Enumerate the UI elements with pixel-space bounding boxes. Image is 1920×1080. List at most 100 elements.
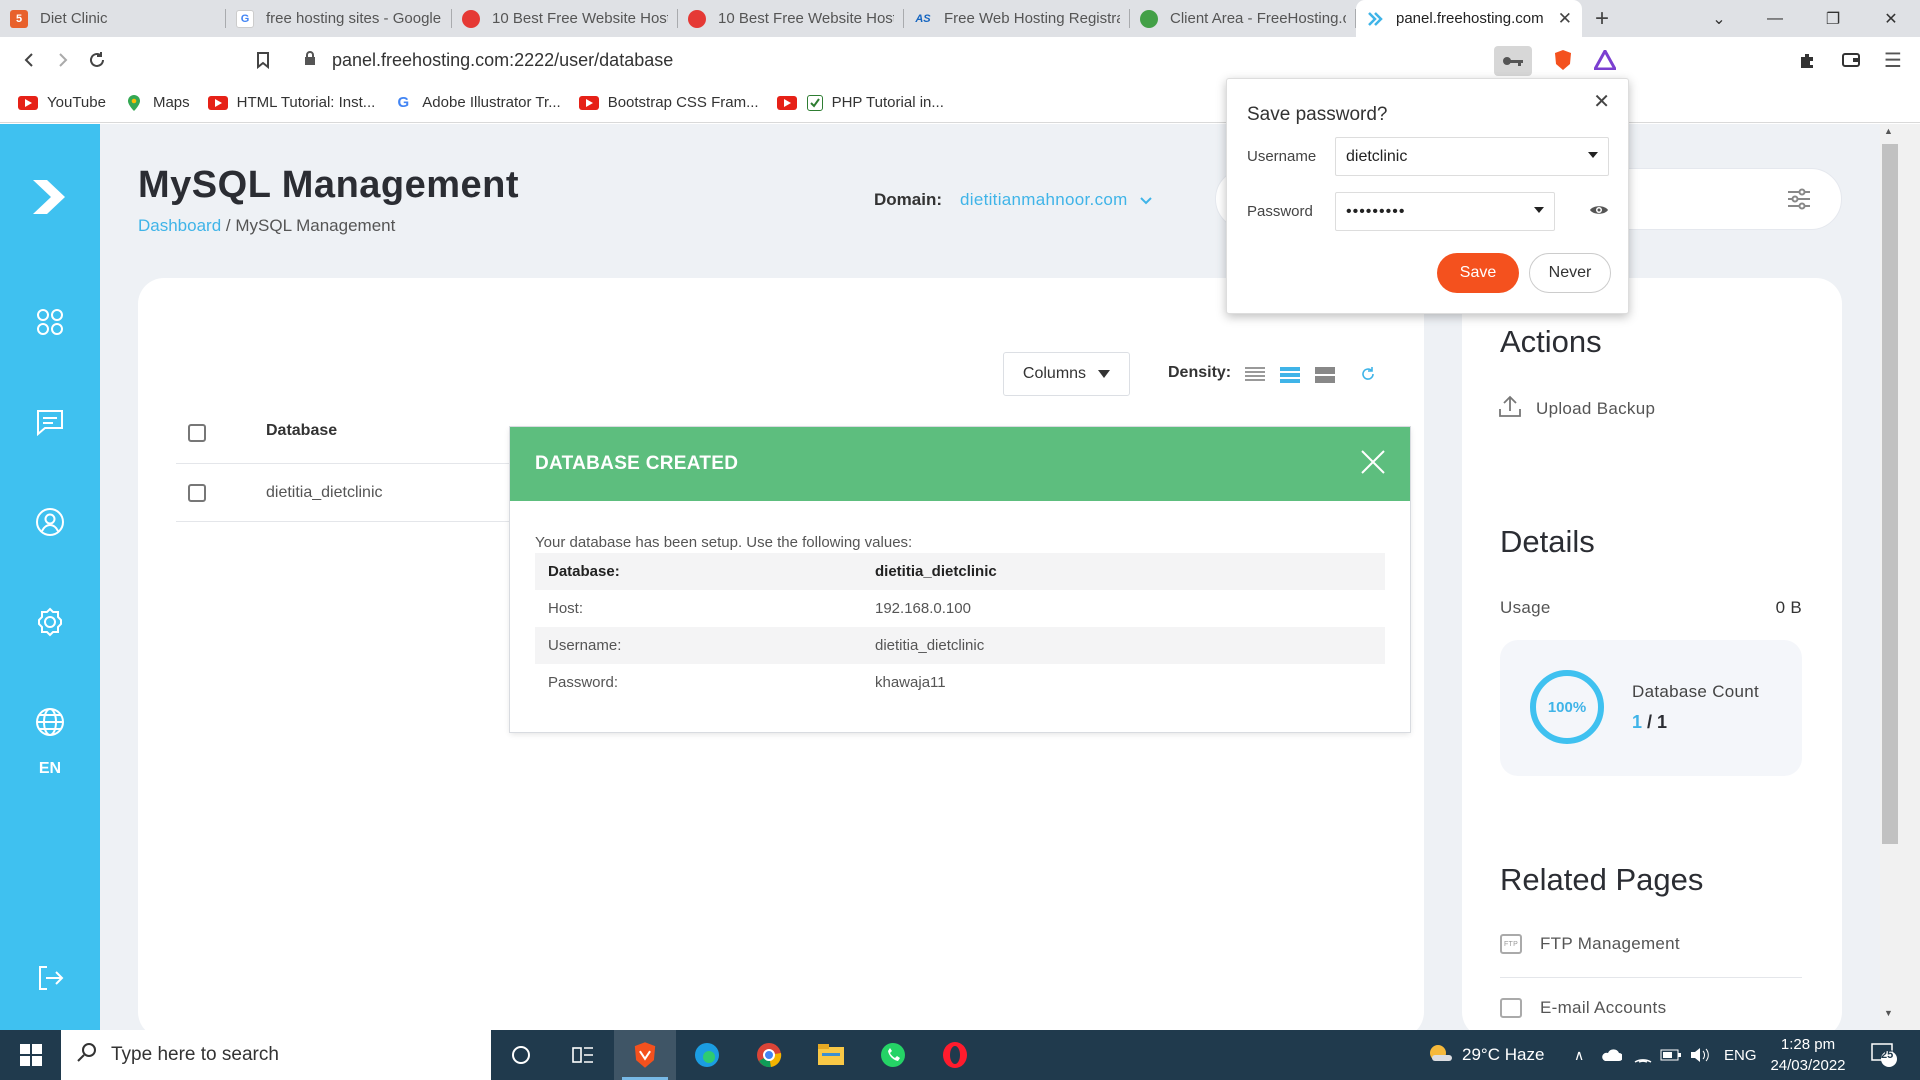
upload-backup-link[interactable]: Upload Backup — [1498, 394, 1655, 423]
scroll-down-icon[interactable]: ▼ — [1884, 1008, 1893, 1018]
related-ftp-management[interactable]: FTP FTP Management — [1500, 934, 1680, 954]
minimize-button[interactable]: — — [1746, 0, 1804, 37]
bookmark-youtube-2[interactable] — [776, 95, 797, 110]
eye-icon[interactable] — [1589, 203, 1609, 217]
wifi-icon[interactable] — [1634, 1030, 1652, 1080]
tab-best-hosting-2[interactable]: 10 Best Free Website Hostin — [678, 0, 904, 37]
onedrive-icon[interactable] — [1600, 1030, 1622, 1080]
database-created-dialog: DATABASE CREATED Your database has been … — [510, 427, 1410, 732]
bookmark-icon[interactable] — [246, 43, 280, 77]
brave-rewards-icon[interactable] — [1588, 43, 1622, 77]
scrollbar-thumb[interactable] — [1882, 144, 1898, 844]
back-icon[interactable] — [12, 43, 46, 77]
password-key-icon[interactable] — [1494, 46, 1532, 76]
select-all-checkbox[interactable] — [188, 424, 206, 442]
address-bar[interactable]: panel.freehosting.com:2222/user/database — [290, 43, 1542, 77]
never-button[interactable]: Never — [1529, 253, 1611, 293]
tab-free-web-hosting[interactable]: AS Free Web Hosting Registrat — [904, 0, 1130, 37]
brave-taskbar-icon[interactable] — [614, 1030, 676, 1080]
related-email-accounts[interactable]: E-mail Accounts — [1500, 998, 1666, 1018]
task-view-icon[interactable] — [552, 1030, 614, 1080]
cortana-icon[interactable] — [490, 1030, 552, 1080]
bookmark-maps[interactable]: Maps — [124, 94, 190, 111]
chevron-down-icon — [1139, 190, 1152, 210]
domain-selector[interactable]: Domain: dietitianmahnoor.com — [874, 190, 1152, 210]
taskbar-search[interactable]: Type here to search — [61, 1030, 491, 1080]
google-icon: G — [236, 9, 254, 28]
chrome-icon[interactable] — [738, 1030, 800, 1080]
weather-widget[interactable]: 29°C Haze — [1428, 1030, 1544, 1080]
extensions-icon[interactable] — [1790, 43, 1824, 77]
page-scrollbar[interactable]: ▲ ▼ — [1880, 124, 1920, 1030]
new-tab-button[interactable]: + — [1582, 0, 1622, 37]
tab-client-area[interactable]: Client Area - FreeHosting.c — [1130, 0, 1356, 37]
edge-icon[interactable] — [676, 1030, 738, 1080]
whatsapp-icon[interactable] — [862, 1030, 924, 1080]
density-compact-icon[interactable] — [1245, 366, 1265, 384]
menu-icon[interactable]: ☰ — [1876, 43, 1910, 77]
volume-icon[interactable] — [1690, 1030, 1710, 1080]
density-standard-icon[interactable] — [1280, 366, 1300, 384]
domain-label: Domain: — [874, 190, 942, 209]
credential-row-host: Host: 192.168.0.100 — [535, 590, 1385, 627]
show-hidden-icons[interactable]: ∧ — [1574, 1030, 1584, 1080]
filter-settings-icon[interactable] — [1787, 187, 1811, 216]
messages-icon[interactable] — [30, 402, 70, 442]
language-indicator[interactable]: ENG — [1724, 1030, 1757, 1080]
scroll-up-icon[interactable]: ▲ — [1884, 126, 1893, 136]
globe-icon[interactable] — [30, 702, 70, 742]
file-explorer-icon[interactable] — [800, 1030, 862, 1080]
username-field[interactable]: dietclinic — [1335, 137, 1609, 176]
ftp-icon: FTP — [1500, 934, 1522, 954]
wallet-icon[interactable] — [1834, 43, 1868, 77]
settings-icon[interactable] — [30, 602, 70, 642]
logo-icon[interactable] — [25, 172, 75, 222]
notification-center[interactable]: 25 — [1870, 1030, 1898, 1080]
row-checkbox[interactable] — [188, 484, 206, 502]
bookmark-bootstrap[interactable]: Bootstrap CSS Fram... — [578, 94, 759, 111]
database-count-used: 1 — [1632, 712, 1643, 732]
bookmark-adobe-illustrator[interactable]: G Adobe Illustrator Tr... — [393, 94, 560, 111]
details-title: Details — [1500, 524, 1595, 559]
credential-value: dietitia_dietclinic — [875, 637, 985, 654]
breadcrumb: Dashboard / MySQL Management — [138, 216, 395, 236]
language-label[interactable]: EN — [0, 760, 100, 778]
caret-down-icon — [1098, 365, 1111, 383]
forward-icon[interactable] — [46, 43, 80, 77]
maps-icon — [124, 94, 144, 111]
apps-icon[interactable] — [30, 302, 70, 342]
system-clock[interactable]: 1:28 pm 24/03/2022 — [1758, 1034, 1858, 1076]
tab-best-hosting-1[interactable]: 10 Best Free Website Hostin — [452, 0, 678, 37]
density-comfortable-icon[interactable] — [1315, 366, 1335, 384]
save-password-button[interactable]: Save — [1437, 253, 1519, 293]
close-icon[interactable] — [1360, 449, 1390, 479]
youtube-icon — [207, 95, 228, 110]
related-pages-title: Related Pages — [1500, 862, 1704, 897]
close-window-button[interactable]: ✕ — [1862, 0, 1920, 37]
brave-shield-icon[interactable] — [1546, 43, 1580, 77]
logout-icon[interactable] — [30, 958, 70, 998]
password-field[interactable]: ••••••••• — [1335, 192, 1555, 231]
bookmark-html-tutorial[interactable]: HTML Tutorial: Inst... — [207, 94, 375, 111]
columns-button[interactable]: Columns — [1003, 352, 1130, 396]
upload-icon — [1498, 394, 1522, 423]
tab-diet-clinic[interactable]: 5 Diet Clinic — [0, 0, 226, 37]
user-icon[interactable] — [30, 502, 70, 542]
bookmark-youtube[interactable]: YouTube — [18, 94, 106, 111]
windows-start-icon[interactable] — [0, 1030, 62, 1080]
close-tab-icon[interactable]: ✕ — [1558, 9, 1572, 29]
column-header-database[interactable]: Database — [266, 422, 337, 440]
opera-icon[interactable] — [924, 1030, 986, 1080]
breadcrumb-dashboard[interactable]: Dashboard — [138, 216, 221, 235]
refresh-icon[interactable] — [1360, 366, 1376, 387]
restore-button[interactable]: ❐ — [1804, 0, 1862, 37]
tab-google-search[interactable]: G free hosting sites - Google — [226, 0, 452, 37]
close-icon[interactable]: ✕ — [1593, 89, 1610, 114]
table-row[interactable]: dietitia_dietclinic — [176, 464, 521, 522]
tab-search-icon[interactable]: ⌄ — [1690, 0, 1748, 37]
reload-icon[interactable] — [80, 43, 114, 77]
battery-icon[interactable] — [1660, 1030, 1682, 1080]
database-name-cell: dietitia_dietclinic — [266, 484, 383, 501]
bookmark-php-tutorial[interactable]: PHP Tutorial in... — [806, 94, 944, 111]
tab-panel-freehosting[interactable]: panel.freehosting.com ✕ — [1356, 0, 1582, 37]
